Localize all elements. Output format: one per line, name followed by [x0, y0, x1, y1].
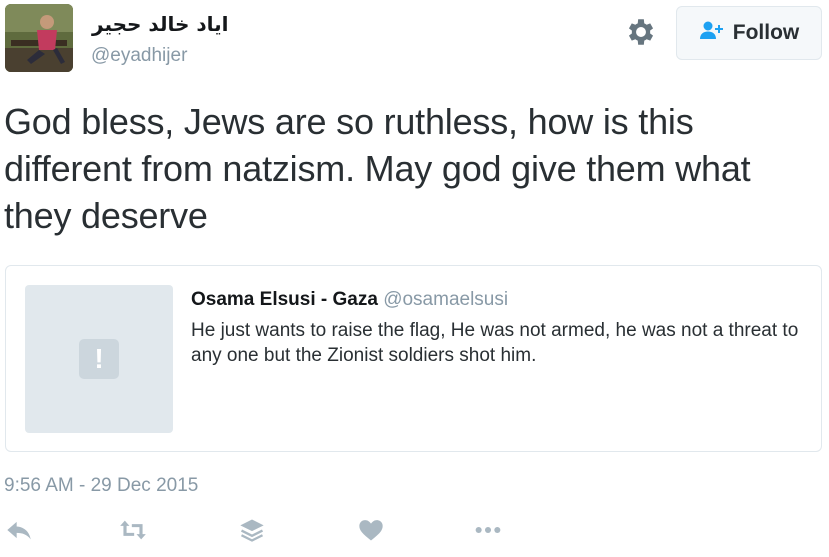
- user-handle[interactable]: @eyadhijer: [91, 45, 187, 67]
- layers-icon[interactable]: [238, 516, 266, 544]
- tweet-timestamp[interactable]: 9:56 AM - 29 Dec 2015: [4, 475, 198, 497]
- reply-icon[interactable]: [5, 516, 33, 544]
- retweet-icon[interactable]: [119, 516, 147, 544]
- quote-text: He just wants to raise the flag, He was …: [191, 320, 799, 366]
- quote-media-placeholder[interactable]: !: [25, 285, 173, 433]
- gear-icon[interactable]: [624, 15, 658, 49]
- follow-button[interactable]: Follow: [676, 6, 822, 60]
- follow-button-label: Follow: [732, 21, 800, 44]
- avatar[interactable]: [5, 4, 73, 72]
- display-name[interactable]: اياد خالد حجير: [92, 12, 228, 36]
- add-user-icon: [699, 20, 725, 46]
- avatar-image: [5, 4, 73, 72]
- more-icon[interactable]: [474, 516, 502, 544]
- exclamation-icon: !: [79, 339, 119, 379]
- quoted-tweet-card[interactable]: ! Osama Elsusi - Gaza @osamaelsusi He ju…: [5, 265, 822, 452]
- quote-author-handle[interactable]: @osamaelsusi: [383, 289, 508, 310]
- quote-header: Osama Elsusi - Gaza @osamaelsusi: [191, 289, 508, 311]
- heart-icon[interactable]: [357, 516, 385, 544]
- tweet-text: God bless, Jews are so ruthless, how is …: [4, 101, 751, 236]
- quote-author-name[interactable]: Osama Elsusi - Gaza: [191, 289, 378, 310]
- tweet-actions: [0, 510, 829, 550]
